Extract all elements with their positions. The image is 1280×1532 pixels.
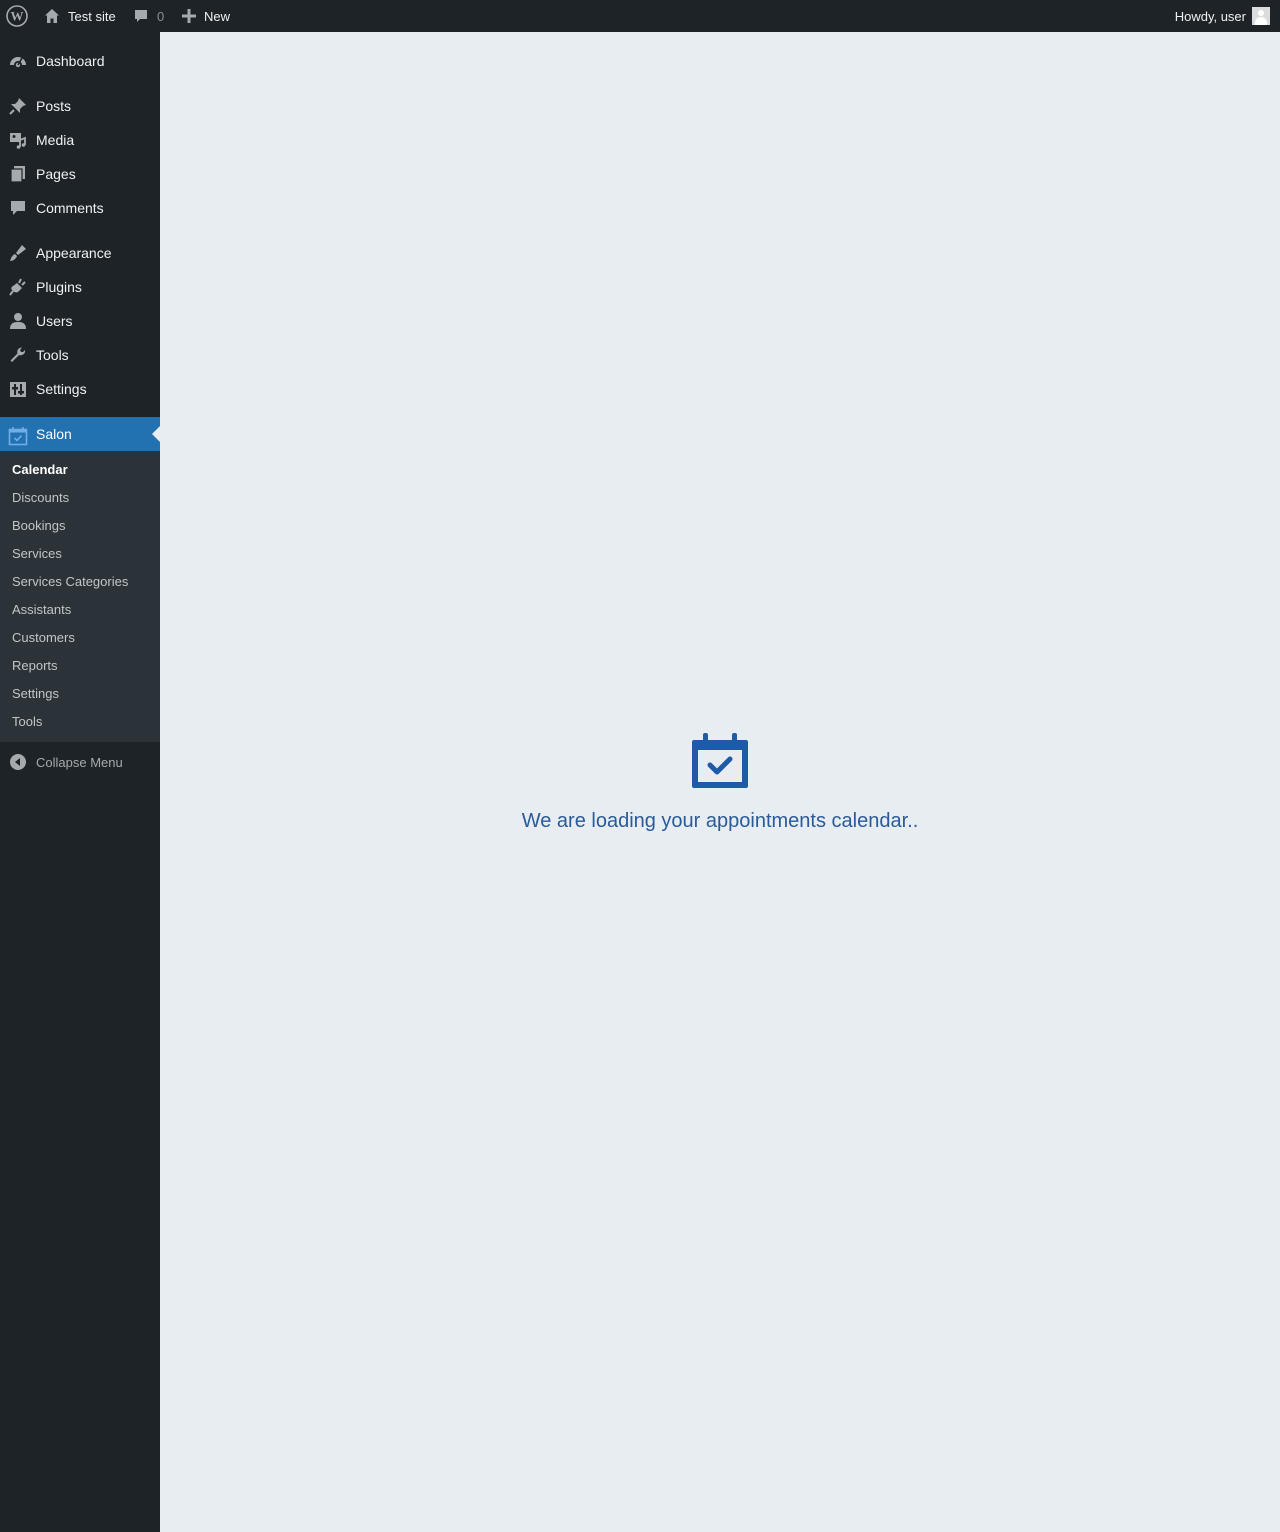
calendar-loader: We are loading your appointments calenda… [160,730,1280,833]
my-account-menu[interactable]: Howdy, user [1175,0,1270,32]
calendar-check-icon [692,733,748,788]
submenu-item-customers[interactable]: Customers [12,628,75,648]
submenu-item-bookings[interactable]: Bookings [12,516,65,536]
settings-icon [10,382,26,397]
submenu-item-assistants[interactable]: Assistants [12,600,71,620]
sidebar-item-label: Comments [36,200,104,216]
sidebar-item-salon[interactable]: Salon [0,417,160,451]
sidebar-item-settings[interactable]: Settings [0,372,160,406]
svg-text:W: W [11,9,24,24]
collapse-arrow-icon [10,754,26,770]
sidebar-item-pages[interactable]: Pages [0,157,160,191]
wrench-icon [10,347,26,362]
submenu-item-tools[interactable]: Tools [12,712,42,732]
sidebar-item-label: Media [36,132,75,148]
sidebar-item-label: Salon [36,426,72,442]
account-greeting: Howdy, user [1174,8,1246,24]
site-name: Test site [68,8,116,24]
salon-submenu: Calendar Discounts Bookings Services Ser… [0,451,160,742]
comment-icon [11,201,25,215]
sidebar-item-tools[interactable]: Tools [0,338,160,372]
sidebar-item-label: Settings [36,381,87,397]
sidebar-item-label: Plugins [36,279,82,295]
pushpin-icon [9,98,26,115]
sidebar-item-plugins[interactable]: Plugins [0,270,160,304]
loading-message: We are loading your appointments calenda… [521,810,919,832]
collapse-menu-label: Collapse Menu [36,754,123,770]
sidebar-item-appearance[interactable]: Appearance [0,236,160,270]
submenu-item-settings[interactable]: Settings [12,684,59,704]
site-name-link[interactable]: Test site [44,0,116,32]
collapse-menu-button[interactable]: Collapse Menu [0,745,160,779]
calendar-check-icon [8,427,28,446]
avatar [1252,7,1270,25]
submenu-item-reports[interactable]: Reports [12,656,58,676]
sidebar-item-posts[interactable]: Posts [0,89,160,123]
sidebar-item-media[interactable]: Media [0,123,160,157]
sidebar-item-label: Tools [36,347,69,363]
user-icon [10,313,26,329]
home-icon [45,9,59,23]
sidebar-item-label: Pages [36,166,76,182]
sidebar-item-label: Appearance [36,245,112,261]
submenu-item-calendar[interactable]: Calendar [12,460,68,480]
new-label: New [204,8,231,24]
plugin-icon [9,278,26,296]
comments-link[interactable]: 0 [133,0,164,32]
wordpress-logo-button[interactable]: W [6,0,28,32]
plus-icon [182,9,196,23]
sidebar-item-dashboard[interactable]: Dashboard [0,44,160,78]
wordpress-logo-icon: W [6,5,28,27]
sidebar-item-label: Dashboard [36,53,105,69]
new-content-button[interactable]: New [182,0,230,32]
sidebar-item-users[interactable]: Users [0,304,160,338]
pages-icon [10,166,25,183]
dashboard-icon [10,57,26,68]
admin-sidebar: Dashboard Posts Media Pages Comments App… [0,32,160,1532]
submenu-item-services-categories[interactable]: Services Categories [12,572,128,592]
admin-bar: W Test site 0 New Howdy, user [0,0,1280,32]
brush-icon [10,245,26,261]
media-icon [10,133,26,149]
submenu-item-services[interactable]: Services [12,544,62,564]
sidebar-item-label: Posts [36,98,72,114]
sidebar-item-comments[interactable]: Comments [0,191,160,225]
sidebar-item-label: Users [36,313,73,329]
comment-icon [135,10,147,22]
comments-count: 0 [157,8,165,24]
submenu-item-discounts[interactable]: Discounts [12,488,69,508]
